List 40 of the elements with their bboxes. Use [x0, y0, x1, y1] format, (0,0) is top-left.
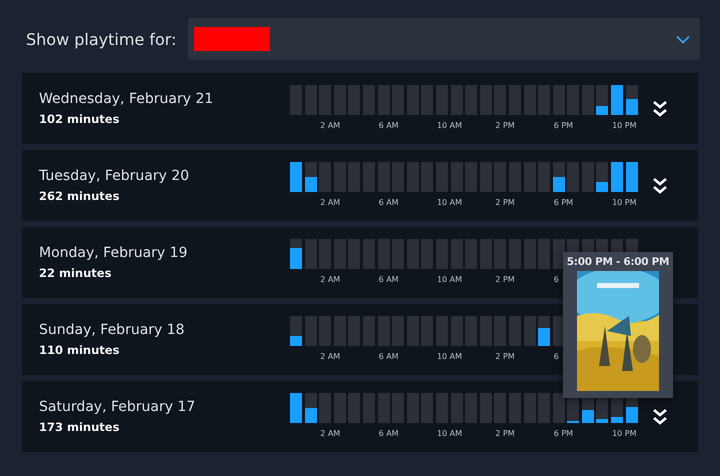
- hour-label: 6 AM: [378, 120, 399, 132]
- hour-label: 10 PM: [611, 120, 637, 132]
- hour-label: 2 AM: [319, 120, 340, 132]
- hour-label: 2 AM: [319, 274, 340, 286]
- hour-label: 10 AM: [436, 274, 462, 286]
- day-playtime: 22 minutes: [39, 266, 112, 280]
- hour-label: 2 PM: [494, 351, 515, 363]
- hour-label: 10 AM: [436, 197, 462, 209]
- hour-label: 6 PM: [552, 120, 574, 132]
- hour-label: 2 PM: [494, 274, 515, 286]
- hour-label: 2 AM: [319, 197, 340, 209]
- hour-label: 6 AM: [378, 197, 399, 209]
- day-date: Saturday, February 17: [39, 399, 196, 415]
- hour-label: 6 AM: [378, 428, 399, 440]
- hour-label: 2 PM: [494, 197, 515, 209]
- tooltip-time: 5:00 PM - 6:00 PM: [566, 256, 670, 268]
- day-playtime: 102 minutes: [39, 112, 120, 126]
- hour-label: 2 AM: [319, 351, 340, 363]
- hour-label: 2 AM: [319, 428, 340, 440]
- day-playtime: 173 minutes: [39, 420, 120, 434]
- hour-label: 10 PM: [611, 197, 637, 209]
- hour-label: 6 AM: [378, 274, 399, 286]
- filter-label: Show playtime for:: [26, 30, 176, 48]
- hour-label: 6 PM: [552, 428, 574, 440]
- hour-label: 10 AM: [436, 120, 462, 132]
- hour-label: 6 AM: [378, 351, 399, 363]
- day-date: Monday, February 19: [39, 245, 188, 261]
- hour-label: 2 PM: [494, 120, 515, 132]
- day-date: Tuesday, February 20: [39, 168, 190, 184]
- hour-label: 6: [552, 274, 559, 286]
- hour-label: 6 PM: [552, 197, 574, 209]
- hour-label: 10 AM: [436, 428, 462, 440]
- day-date: Sunday, February 18: [39, 322, 186, 338]
- hour-label: 10 PM: [611, 428, 637, 440]
- hour-label: 2 PM: [494, 428, 515, 440]
- hour-label: 10 AM: [436, 351, 462, 363]
- day-playtime: 110 minutes: [39, 343, 120, 357]
- day-date: Wednesday, February 21: [39, 91, 214, 107]
- day-playtime: 262 minutes: [39, 189, 120, 203]
- hour-label: 6: [552, 351, 559, 363]
